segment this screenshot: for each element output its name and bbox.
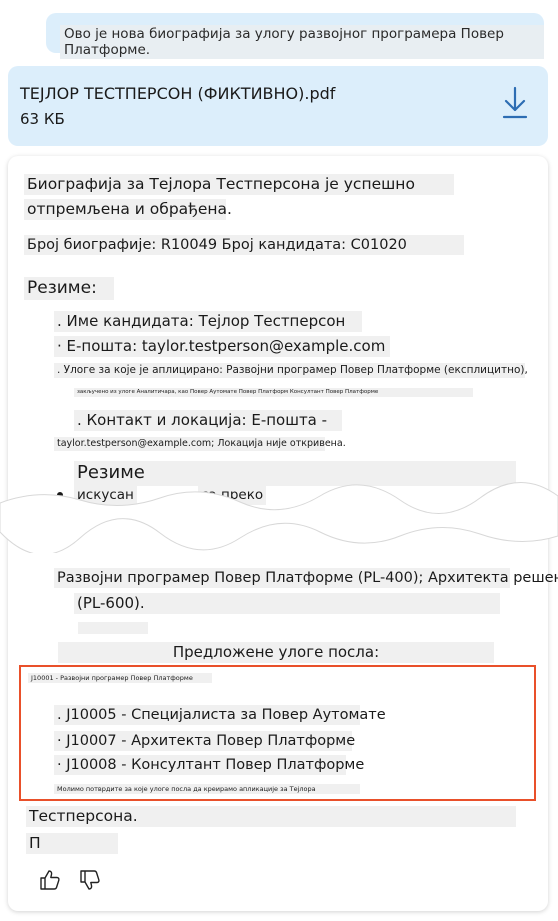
job-item[interactable]: · J10007 - Архитекта Повер Платформе (54, 731, 355, 752)
confirm-roles-line: Молимо потврдите за које улоге посла да … (54, 784, 360, 795)
torn-edge-divider (0, 482, 558, 553)
candidate-name-line: . Име кандидата: Тејлор Тестперсон (54, 311, 362, 332)
response-intro-line1: Биографија за Тејлора Тестперсона је усп… (24, 174, 454, 196)
attachment-file-name: ТЕЈЛОР ТЕСТПЕРСОН (ФИКТИВНО).pdf (20, 84, 336, 103)
certifications-line1: Развојни програмер Повер Платформе (PL-4… (54, 568, 558, 589)
contact-location-line2: taylor.testperson@example.com; Локација … (54, 437, 346, 451)
job-item[interactable]: · J10008 - Консултант Повер Платформе (54, 755, 364, 776)
confirm-roles-line2: Тестперсона. (26, 806, 516, 828)
attachment-card[interactable]: ТЕЈЛОР ТЕСТПЕРСОН (ФИКТИВНО).pdf 63 КБ (8, 66, 548, 146)
user-message-bubble: Ово је нова биографија за улогу развојно… (46, 13, 544, 59)
contact-location-line1: . Контакт и локација: Е-пошта - (74, 410, 342, 431)
candidate-email-line: · Е-пошта: taylor.testperson@example.com (54, 336, 390, 357)
illegible-line (78, 622, 148, 634)
resume-ids-line: Број биографије: R10049 Број кандидата: … (24, 235, 464, 256)
thumbs-down-icon[interactable] (78, 868, 102, 892)
roles-applied-cont-line: закључено из улоге Аналитичара, као Пове… (74, 388, 473, 397)
partial-text-line: П (26, 833, 118, 855)
certifications-line2: (PL-600). (74, 593, 500, 614)
user-message-text: Ово је нова биографија за улогу развојно… (60, 25, 544, 59)
response-intro-line2: отпремљена и обрађена. (24, 199, 232, 221)
thumbs-up-icon[interactable] (38, 868, 62, 892)
roles-applied-line: . Улоге за које је аплицирано: Развојни … (54, 363, 528, 379)
job-item[interactable]: . J10005 - Специјалиста за Повер Аутомат… (54, 705, 386, 726)
job-caption-j10001: J10001 - Развојни програмер Повер Платфо… (28, 673, 212, 684)
attachment-file-size: 63 КБ (20, 110, 65, 128)
download-icon[interactable] (502, 86, 528, 120)
summary-heading: Резиме: (24, 277, 114, 301)
suggested-roles-heading: Предложене улоге посла: (58, 642, 494, 663)
